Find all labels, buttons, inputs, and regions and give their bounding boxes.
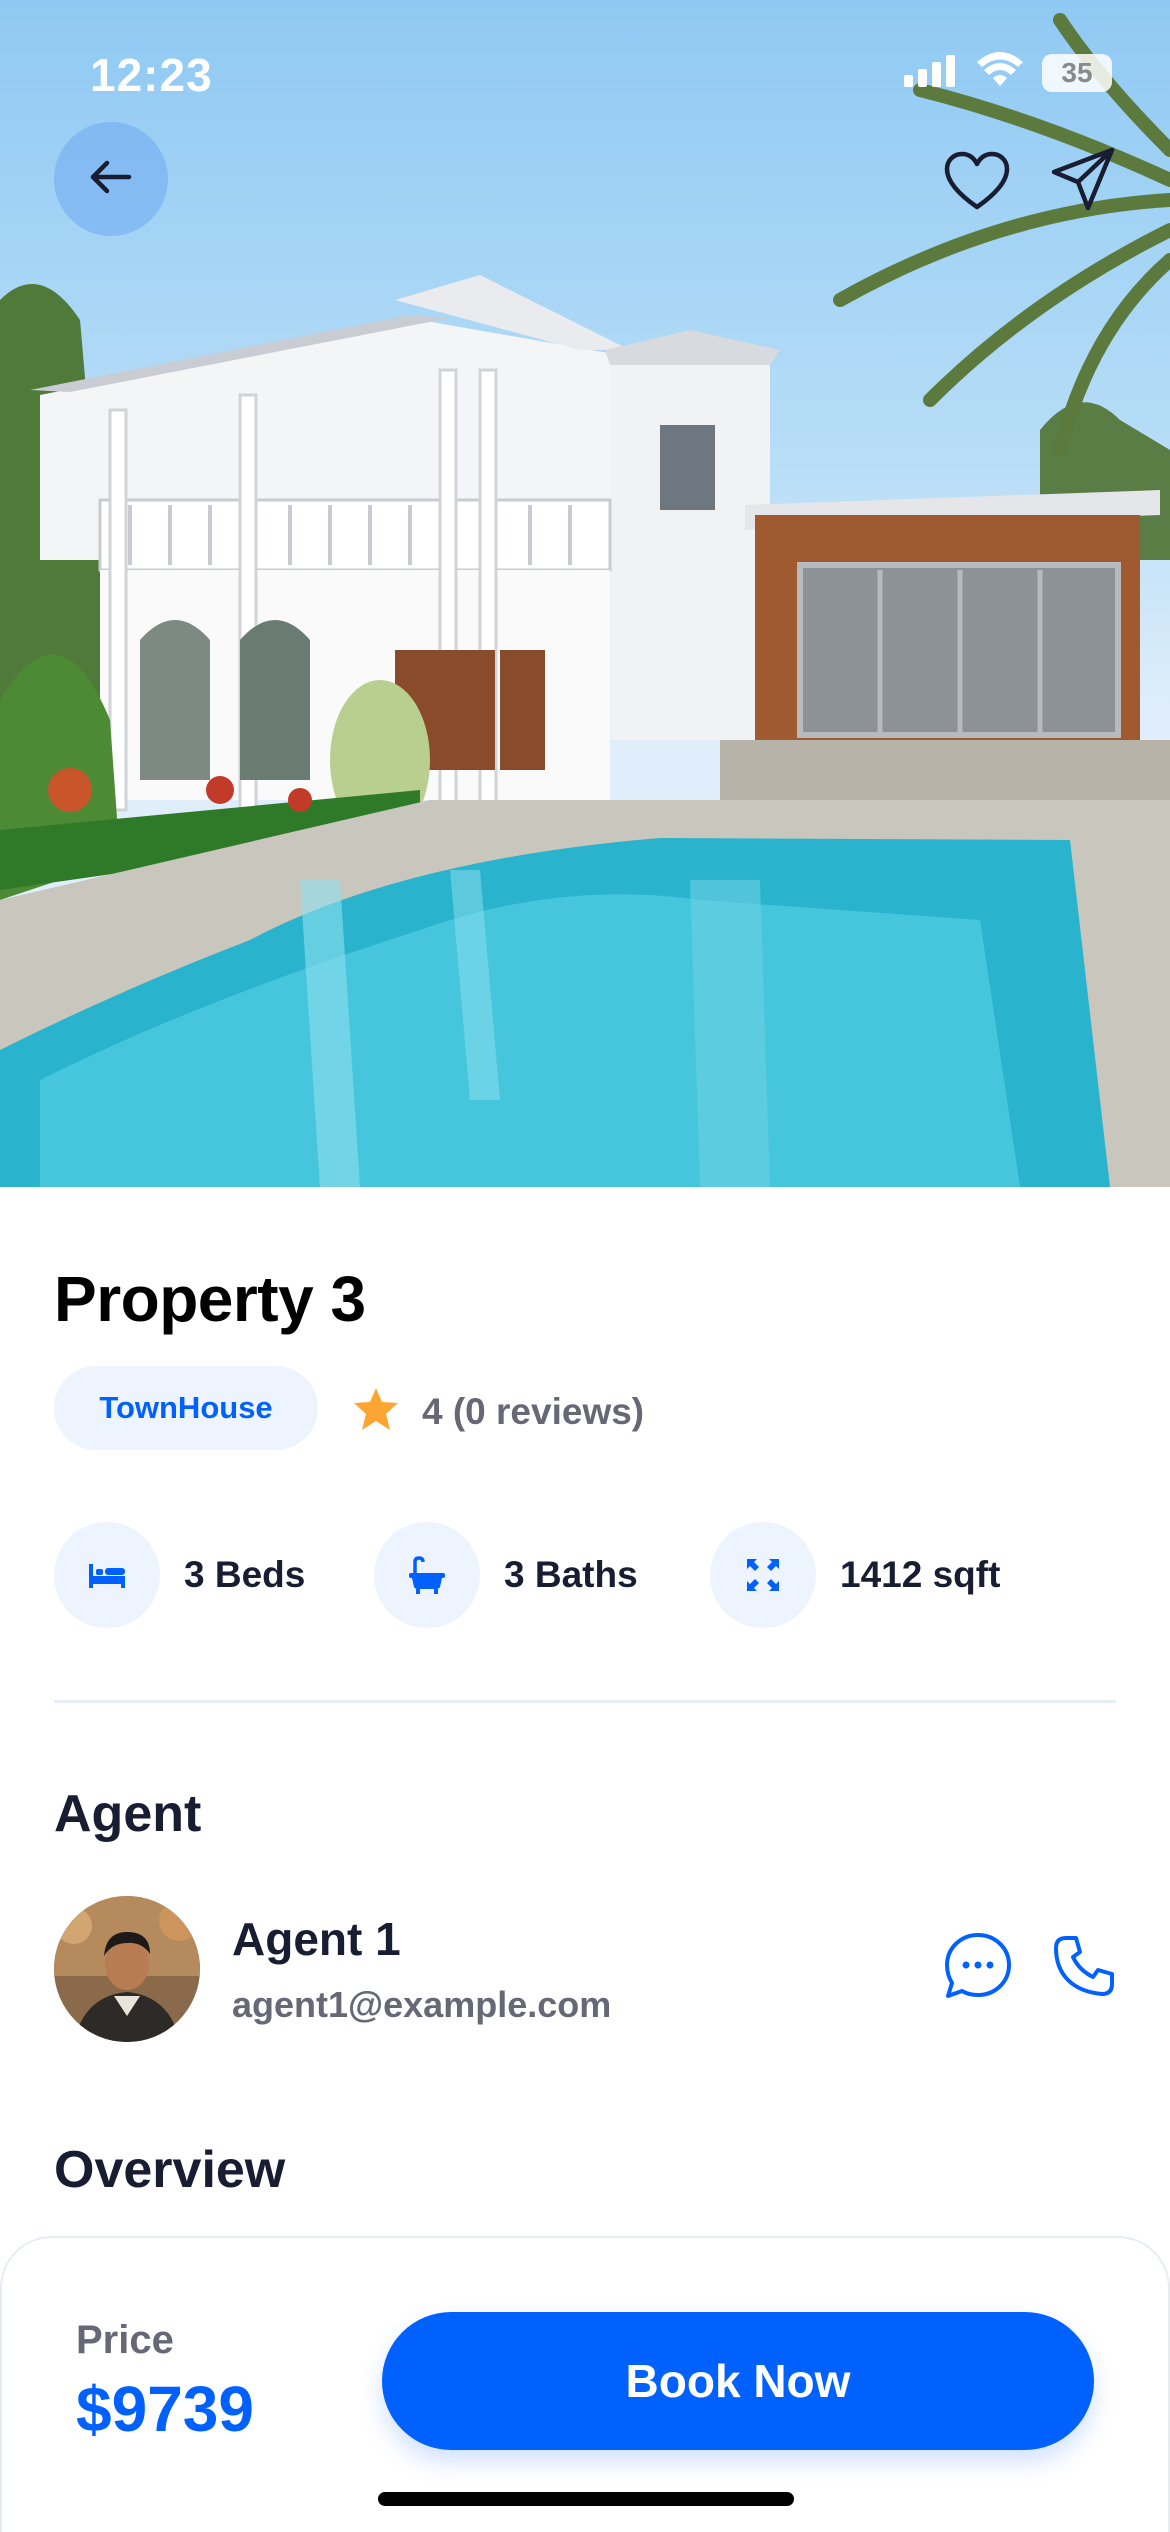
back-button[interactable] (54, 122, 168, 236)
bed-icon (54, 1522, 160, 1628)
book-now-button[interactable]: Book Now (382, 2312, 1094, 2450)
agent-section-title: Agent (54, 1785, 202, 1843)
phone-icon (1052, 1934, 1116, 2003)
rating-summary: 4 (0 reviews) (352, 1386, 644, 1437)
status-icons: 35 (904, 52, 1112, 93)
call-agent-button[interactable] (1048, 1932, 1120, 2004)
send-icon (1050, 146, 1116, 217)
fact-label: 3 Beds (184, 1554, 306, 1595)
fact-beds: 3 Beds (54, 1522, 305, 1628)
property-title: Property 3 (54, 1263, 366, 1335)
fact-label: 1412 sqft (840, 1554, 1001, 1595)
wifi-icon (976, 52, 1024, 93)
overview-section-title: Overview (54, 2141, 286, 2199)
star-icon (352, 1386, 400, 1437)
chat-icon (944, 1932, 1012, 2005)
property-facts: 3 Beds 3 Baths 1412 sqft (54, 1522, 1116, 1628)
fact-baths: 3 Baths (374, 1522, 638, 1628)
status-time: 12:23 (90, 49, 213, 101)
property-photo: 12:23 35 (0, 0, 1170, 1187)
property-type-badge: TownHouse (54, 1366, 318, 1450)
message-agent-button[interactable] (942, 1932, 1014, 2004)
favorite-button[interactable] (942, 148, 1012, 218)
area-icon (710, 1522, 816, 1628)
fact-label: 3 Baths (504, 1554, 638, 1595)
arrow-left-icon (89, 159, 133, 200)
section-divider (54, 1700, 1116, 1703)
battery-indicator: 35 (1042, 53, 1112, 92)
price-value: $9739 (76, 2373, 254, 2445)
price-label: Price (76, 2318, 174, 2362)
signal-icon (904, 53, 958, 92)
rating-text: 4 (0 reviews) (422, 1390, 645, 1432)
bath-icon (374, 1522, 480, 1628)
agent-email: agent1@example.com (232, 1984, 612, 2025)
heart-icon (944, 151, 1010, 216)
avatar[interactable] (54, 1896, 200, 2042)
share-button[interactable] (1046, 144, 1120, 218)
home-indicator (378, 2492, 794, 2506)
agent-name: Agent 1 (232, 1913, 401, 1965)
fact-area: 1412 sqft (710, 1522, 1000, 1628)
